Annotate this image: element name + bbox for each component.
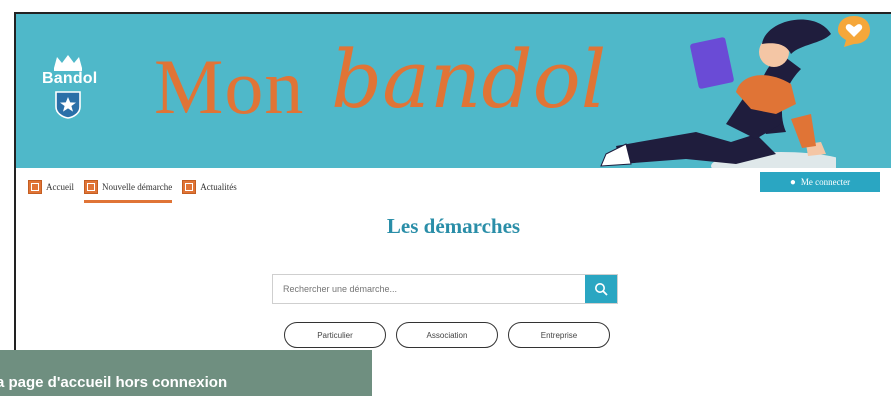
shield-star-icon: [55, 91, 81, 119]
banner-title-mon: Mon: [154, 43, 305, 130]
search-input[interactable]: [273, 275, 585, 303]
woman-laptop-illustration: [600, 19, 836, 168]
nav-item-actualites[interactable]: Actualités: [182, 175, 237, 199]
search-bar: [272, 274, 618, 304]
caption-text: a page d'accueil hors connexion: [0, 374, 228, 391]
login-label: Me connecter: [800, 177, 851, 187]
heart-badge-icon[interactable]: [836, 14, 872, 48]
filter-particulier-button[interactable]: Particulier: [284, 322, 386, 348]
nav-item-accueil[interactable]: Accueil: [28, 175, 74, 199]
app-frame: Bandol Mon bandol Accueil Nouvelle démar…: [14, 12, 891, 352]
logo-text: Bandol: [42, 70, 98, 87]
nav-label-accueil: Accueil: [46, 182, 74, 192]
nav-label-nouvelle-demarche: Nouvelle démarche: [101, 182, 173, 192]
news-icon: [182, 180, 197, 194]
page-title: Les démarches: [386, 214, 521, 238]
header-banner: Bandol Mon bandol: [16, 14, 891, 168]
filter-entreprise-button[interactable]: Entreprise: [508, 322, 610, 348]
bandol-logo[interactable]: Bandol: [42, 52, 98, 126]
main-nav: Accueil Nouvelle démarche Actualités: [28, 174, 247, 203]
caption-banner: a page d'accueil hors connexion: [0, 350, 372, 396]
user-icon: ●: [789, 176, 796, 188]
nav-item-nouvelle-demarche[interactable]: Nouvelle démarche: [83, 175, 173, 203]
home-icon: [28, 180, 42, 194]
crown-icon: [54, 55, 82, 71]
login-button[interactable]: ● Me connecter: [760, 172, 880, 192]
search-icon: [595, 283, 608, 296]
nav-label-actualites: Actualités: [200, 182, 237, 192]
add-document-icon: [83, 180, 98, 194]
banner-title-bandol: bandol: [331, 33, 607, 126]
filter-group: Particulier Association Entreprise: [284, 322, 620, 348]
filter-association-button[interactable]: Association: [396, 322, 498, 348]
search-button[interactable]: [585, 275, 617, 303]
